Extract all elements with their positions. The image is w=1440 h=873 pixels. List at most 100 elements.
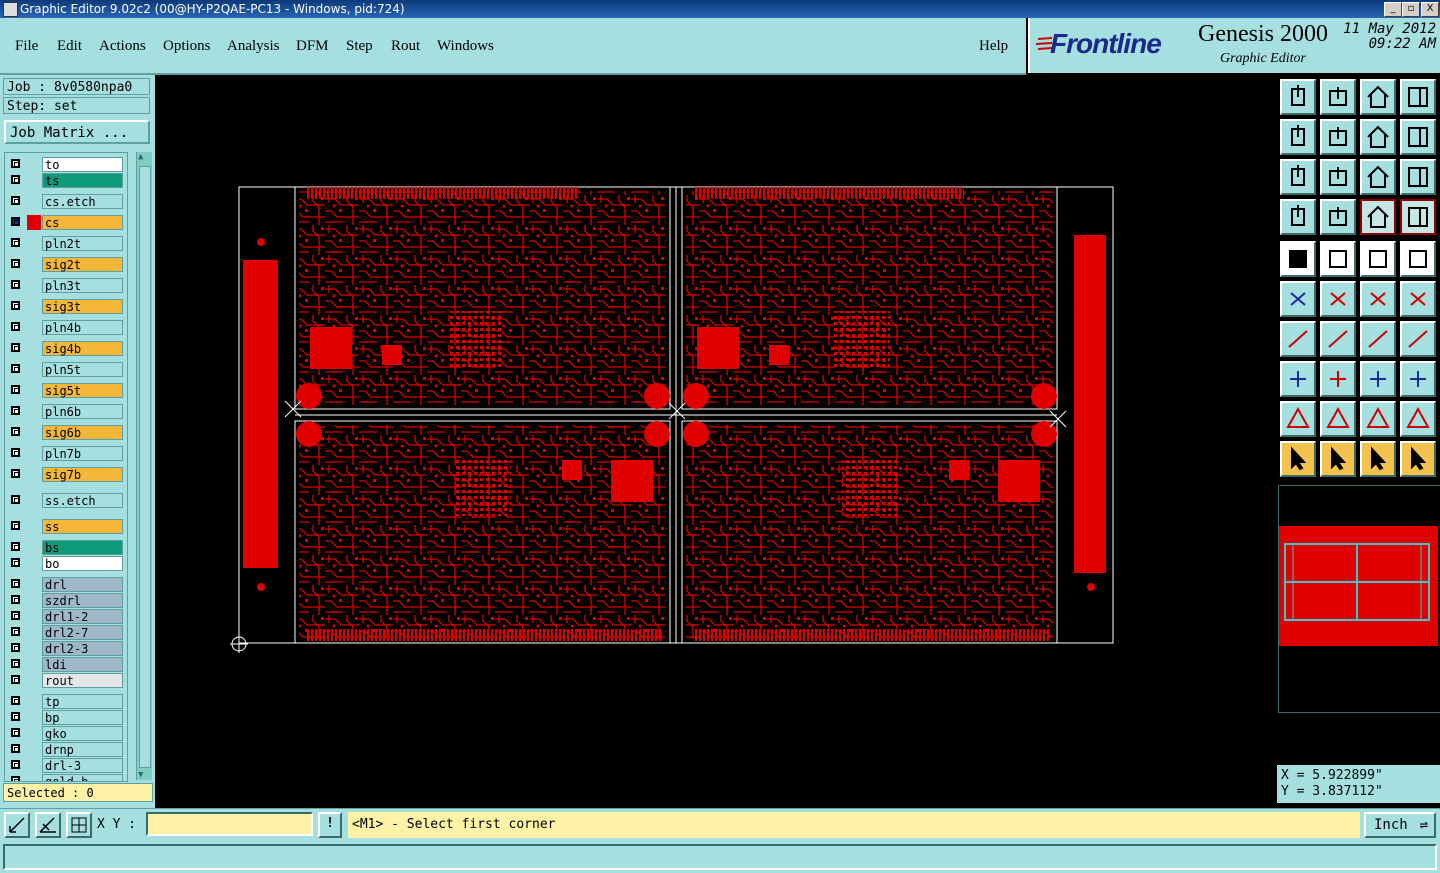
fit-view-button[interactable] xyxy=(1280,159,1316,195)
layer-row-bs[interactable]: bs xyxy=(5,540,127,555)
line-button[interactable] xyxy=(1320,321,1356,357)
camera-button[interactable] xyxy=(1280,241,1316,277)
layer-color-swatch[interactable] xyxy=(27,556,41,571)
layer-color-swatch[interactable] xyxy=(27,362,41,377)
layer-color-swatch[interactable] xyxy=(27,540,41,555)
scale-button[interactable] xyxy=(1360,159,1396,195)
line-angle-button[interactable] xyxy=(1280,321,1316,357)
layer-color-swatch[interactable] xyxy=(27,257,41,272)
layer-row-gko[interactable]: gko xyxy=(5,726,127,741)
grid-view-button[interactable] xyxy=(1320,199,1356,235)
layer-checkbox[interactable] xyxy=(11,406,20,415)
layer-checkbox[interactable] xyxy=(11,217,20,226)
layer-row-pln4b[interactable]: pln4b xyxy=(5,320,127,335)
layer-row-drl-3[interactable]: drl-3 xyxy=(5,758,127,773)
layer-color-swatch[interactable] xyxy=(27,341,41,356)
layer-checkbox[interactable] xyxy=(11,611,20,620)
layer-row-sig4b[interactable]: sig4b xyxy=(5,341,127,356)
layer-name[interactable]: pln6b xyxy=(42,404,123,419)
layer-name[interactable]: drl2-3 xyxy=(42,641,123,656)
layer-checkbox[interactable] xyxy=(11,712,20,721)
triangle-b-button[interactable] xyxy=(1320,401,1356,437)
net-button[interactable] xyxy=(1280,281,1316,317)
arc-button[interactable] xyxy=(1360,321,1396,357)
snap-grid-button[interactable] xyxy=(66,812,92,838)
layer-name[interactable]: ss.etch xyxy=(42,493,123,508)
snap-button[interactable] xyxy=(1400,241,1436,277)
layer-row-ss[interactable]: ss xyxy=(5,519,127,534)
layer-checkbox[interactable] xyxy=(11,696,20,705)
layer-row-ts[interactable]: ts xyxy=(5,173,127,188)
layer-name[interactable]: szdrl xyxy=(42,593,123,608)
pad-add-button[interactable] xyxy=(1360,281,1396,317)
layer-name[interactable]: ldi xyxy=(42,657,123,672)
xy-input[interactable] xyxy=(146,812,313,836)
menu-help[interactable]: Help xyxy=(979,38,1008,55)
minimize-button[interactable]: _ xyxy=(1384,2,1402,17)
layer-name[interactable]: drl2-7 xyxy=(42,625,123,640)
layer-color-swatch[interactable] xyxy=(27,278,41,293)
layer-color-swatch[interactable] xyxy=(27,383,41,398)
layer-row-sig3t[interactable]: sig3t xyxy=(5,299,127,314)
layers-alt-button[interactable] xyxy=(1400,199,1436,235)
layer-checkbox[interactable] xyxy=(11,301,20,310)
layer-name[interactable]: bo xyxy=(42,556,123,571)
layer-row-drnp[interactable]: drnp xyxy=(5,742,127,757)
menu-dfm[interactable]: DFM xyxy=(296,38,329,55)
layer-checkbox[interactable] xyxy=(11,521,20,530)
layer-color-swatch[interactable] xyxy=(27,742,41,757)
prev-step-button[interactable] xyxy=(1280,119,1316,155)
layer-color-swatch[interactable] xyxy=(27,774,41,781)
layer-name[interactable]: sig5t xyxy=(42,383,123,398)
layer-checkbox[interactable] xyxy=(11,427,20,436)
layer-row-to[interactable]: to xyxy=(5,157,127,172)
layer-row-pln3t[interactable]: pln3t xyxy=(5,278,127,293)
open-job-button[interactable] xyxy=(1280,79,1316,115)
layer-row-tp[interactable]: tp xyxy=(5,694,127,709)
layer-row-szdrl[interactable]: szdrl xyxy=(5,593,127,608)
layer-color-swatch[interactable] xyxy=(27,299,41,314)
undo-button[interactable] xyxy=(1360,119,1396,155)
layer-name[interactable]: ts xyxy=(42,173,123,188)
layer-row-sig6b[interactable]: sig6b xyxy=(5,425,127,440)
triangle-d-button[interactable] xyxy=(1400,401,1436,437)
parallel-button[interactable] xyxy=(1400,321,1436,357)
layer-color-swatch[interactable] xyxy=(27,236,41,251)
layer-color-swatch[interactable] xyxy=(27,173,41,188)
layer-checkbox[interactable] xyxy=(11,385,20,394)
layer-color-swatch[interactable] xyxy=(27,694,41,709)
ruler-button[interactable] xyxy=(1360,241,1396,277)
layer-checkbox[interactable] xyxy=(11,259,20,268)
layer-name[interactable]: drnp xyxy=(42,742,123,757)
layer-checkbox[interactable] xyxy=(11,558,20,567)
layer-name[interactable]: sig2t xyxy=(42,257,123,272)
layer-row-ss.etch[interactable]: ss.etch xyxy=(5,493,127,508)
overview-map[interactable] xyxy=(1278,485,1440,713)
layer-name[interactable]: bs xyxy=(42,540,123,555)
layer-name[interactable]: pln7b xyxy=(42,446,123,461)
pcb-panel-view[interactable] xyxy=(155,75,1277,808)
layer-scrollbar[interactable]: ▲ ▼ xyxy=(136,152,152,780)
layer-checkbox[interactable] xyxy=(11,448,20,457)
cross-button[interactable] xyxy=(1320,281,1356,317)
layer-checkbox[interactable] xyxy=(11,343,20,352)
layer-color-swatch[interactable] xyxy=(27,446,41,461)
layer-checkbox[interactable] xyxy=(11,364,20,373)
layer-color-swatch[interactable] xyxy=(27,593,41,608)
scroll-up-icon[interactable]: ▲ xyxy=(138,152,143,162)
tool-settings-button[interactable] xyxy=(1280,199,1316,235)
layer-name[interactable]: gold_b xyxy=(42,774,123,781)
snap-angle-button[interactable] xyxy=(35,812,61,838)
layer-checkbox[interactable] xyxy=(11,744,20,753)
layer-checkbox[interactable] xyxy=(11,175,20,184)
layer-name[interactable]: pln5t xyxy=(42,362,123,377)
layer-checkbox[interactable] xyxy=(11,627,20,636)
layer-color-swatch[interactable] xyxy=(27,657,41,672)
layer-color-swatch[interactable] xyxy=(27,577,41,592)
layer-color-swatch[interactable] xyxy=(27,609,41,624)
menu-options[interactable]: Options xyxy=(163,38,211,55)
layer-checkbox[interactable] xyxy=(11,728,20,737)
layer-color-swatch[interactable] xyxy=(27,425,41,440)
layer-checkbox[interactable] xyxy=(11,322,20,331)
layer-name[interactable]: pln2t xyxy=(42,236,123,251)
